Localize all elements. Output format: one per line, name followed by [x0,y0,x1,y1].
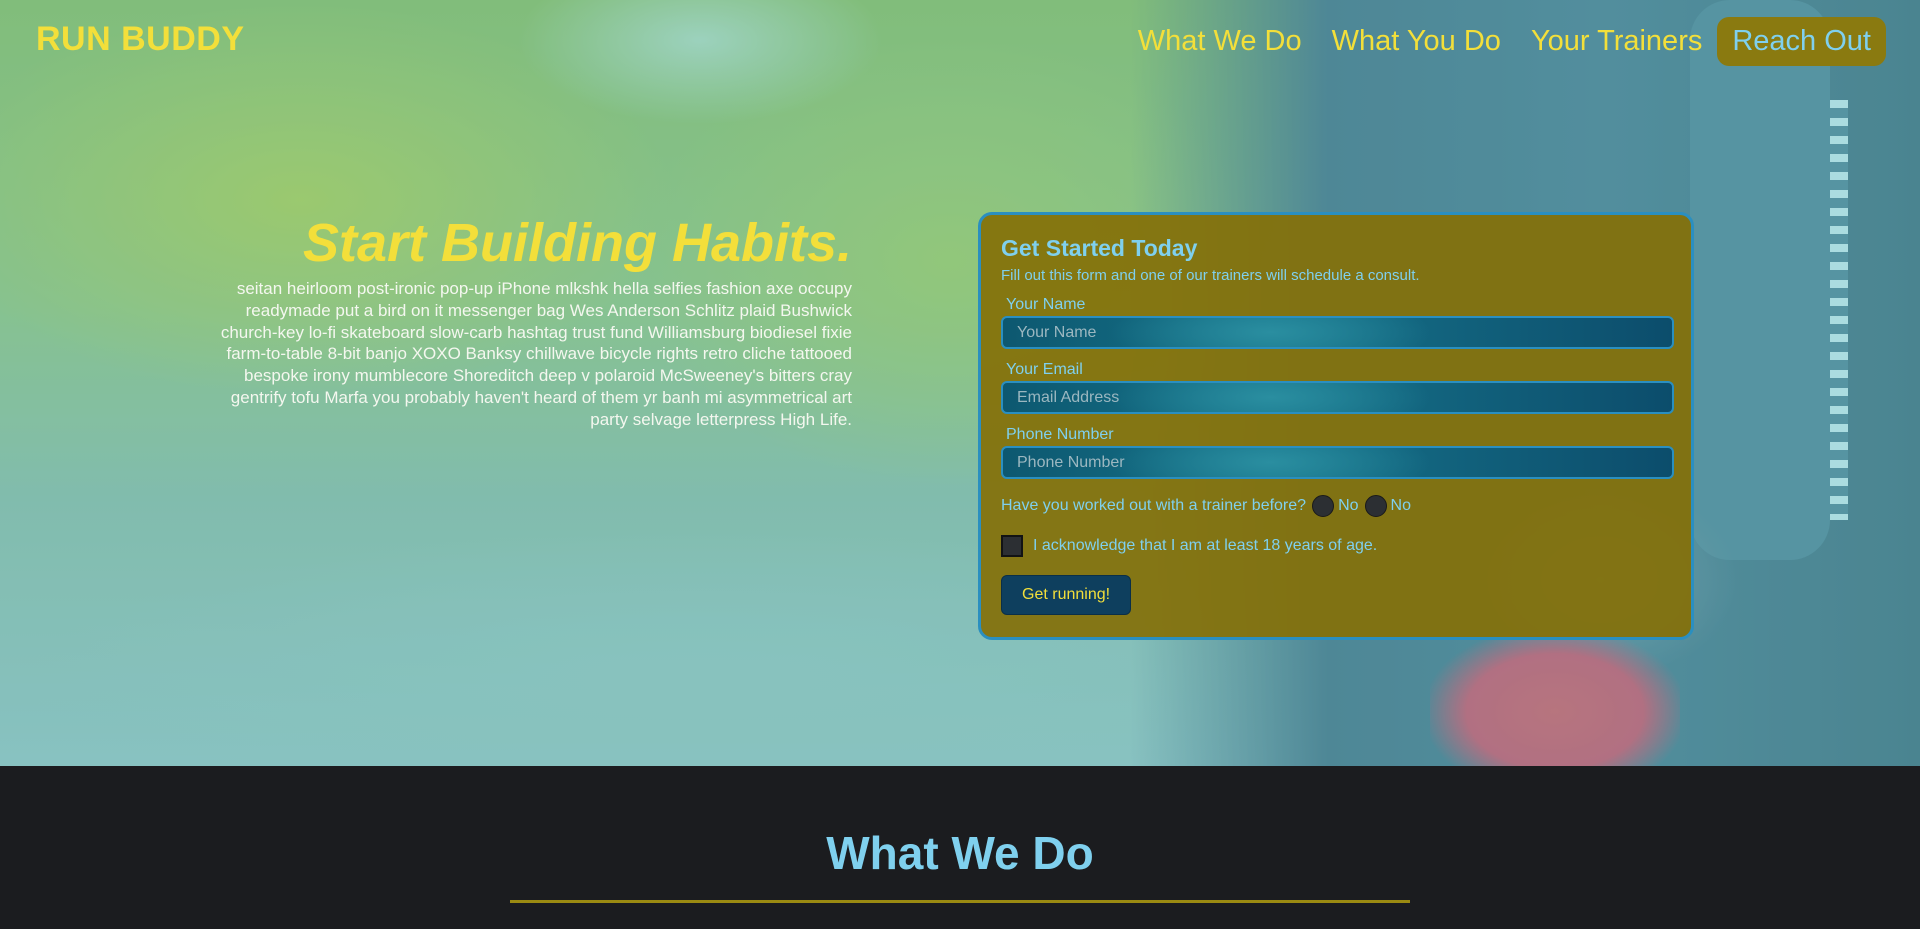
section-divider [510,900,1410,903]
phone-label: Phone Number [1006,426,1114,443]
site-logo[interactable]: RUN BUDDY [36,20,245,59]
hero-intro: Start Building Habits. seitan heirloom p… [220,210,852,431]
nav-what-you-do[interactable]: What You Do [1317,17,1516,66]
radio-option-1[interactable] [1312,495,1335,517]
trainer-question-text: Have you worked out with a trainer befor… [1001,497,1307,514]
age-acknowledge: I acknowledge that I am at least 18 year… [1001,535,1671,557]
get-running-button[interactable]: Get running! [1001,575,1132,615]
section-title: What We Do [826,827,1094,879]
email-label: Your Email [1006,361,1083,378]
phone-input[interactable]: Phone Number [1001,446,1674,479]
radio-option-2[interactable] [1364,495,1387,517]
form-title: Get Started Today [1001,235,1198,261]
hero-body: seitan heirloom post-ironic pop-up iPhon… [220,279,852,429]
signup-form: Get Started Today Fill out this form and… [978,212,1694,640]
nav-what-we-do[interactable]: What We Do [1123,17,1317,66]
radio-option-1-label: No [1338,497,1359,514]
trainer-question: Have you worked out with a trainer befor… [1001,495,1671,517]
name-input[interactable]: Your Name [1001,316,1674,349]
nav-reach-out[interactable]: Reach Out [1717,17,1886,66]
form-subtitle: Fill out this form and one of our traine… [1001,267,1420,284]
age-checkbox[interactable] [1001,535,1023,557]
email-input[interactable]: Email Address [1001,381,1674,414]
name-label: Your Name [1006,296,1086,313]
nav-your-trainers[interactable]: Your Trainers [1516,17,1717,66]
radio-option-2-label: No [1390,497,1411,514]
main-nav: What We Do What You Do Your Trainers Rea… [1123,17,1886,66]
age-checkbox-label: I acknowledge that I am at least 18 year… [1033,537,1378,554]
hero-heading: Start Building Habits. [302,213,852,273]
